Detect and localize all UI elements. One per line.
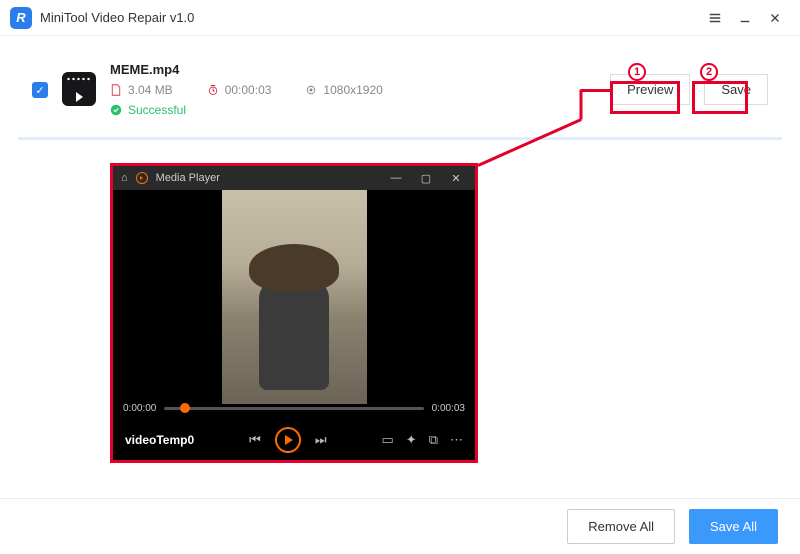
file-duration: 00:00:03 — [207, 83, 272, 97]
file-resolution: 1080x1920 — [305, 83, 382, 97]
player-app-icon — [136, 172, 148, 184]
footer: Remove All Save All — [0, 498, 800, 554]
remove-all-button[interactable]: Remove All — [567, 509, 675, 544]
annotation-number-1: 1 — [628, 63, 646, 81]
settings-icon[interactable]: ✦ — [406, 432, 417, 448]
home-icon[interactable]: ⌂ — [121, 172, 128, 184]
player-current-time: 0:00:00 — [123, 403, 156, 414]
player-total-time: 0:00:03 — [432, 403, 465, 414]
success-icon — [110, 104, 122, 116]
player-clip-name: videoTemp0 — [125, 433, 194, 447]
player-seek-bar[interactable] — [164, 407, 423, 410]
clock-icon — [207, 84, 219, 96]
cast-icon[interactable]: ⧉ — [429, 432, 438, 448]
player-titlebar: ⌂ Media Player — ▢ ✕ — [113, 166, 475, 190]
app-title: MiniTool Video Repair v1.0 — [40, 10, 194, 25]
annotation-line — [581, 89, 610, 92]
minimize-button[interactable] — [730, 3, 760, 33]
player-progress[interactable]: 0:00:00 0:00:03 — [123, 400, 465, 416]
player-app-name: Media Player — [156, 172, 220, 184]
player-seek-handle[interactable] — [180, 403, 190, 413]
player-close-button[interactable]: ✕ — [445, 172, 467, 185]
save-all-button[interactable]: Save All — [689, 509, 778, 544]
file-name: MEME.mp4 — [110, 62, 383, 77]
annotation-box-save — [692, 81, 748, 114]
file-size: 3.04 MB — [110, 83, 173, 97]
more-icon[interactable]: ⋯ — [450, 432, 463, 448]
divider — [18, 137, 782, 140]
app-logo: R — [10, 7, 32, 29]
resolution-icon — [305, 84, 317, 96]
close-button[interactable] — [760, 3, 790, 33]
document-icon — [110, 84, 122, 96]
player-minimize-button[interactable]: — — [385, 172, 407, 184]
video-file-icon — [62, 72, 96, 106]
titlebar: R MiniTool Video Repair v1.0 — [0, 0, 800, 36]
play-button[interactable] — [275, 427, 301, 453]
annotation-box-preview — [610, 81, 680, 114]
prev-track-icon[interactable]: ⏮ — [249, 432, 261, 448]
file-checkbox[interactable]: ✓ — [32, 82, 48, 98]
player-video-area[interactable] — [113, 190, 475, 404]
player-maximize-button[interactable]: ▢ — [415, 172, 437, 185]
media-player-window: ⌂ Media Player — ▢ ✕ 0:00:00 0:0 — [110, 163, 478, 463]
annotation-number-2: 2 — [700, 63, 718, 81]
subtitle-icon[interactable]: ▭ — [382, 432, 394, 448]
file-status: Successful — [110, 103, 383, 117]
annotation-line — [580, 90, 583, 120]
next-track-icon[interactable]: ⏭ — [315, 432, 327, 448]
video-frame — [222, 190, 367, 404]
menu-button[interactable] — [700, 3, 730, 33]
